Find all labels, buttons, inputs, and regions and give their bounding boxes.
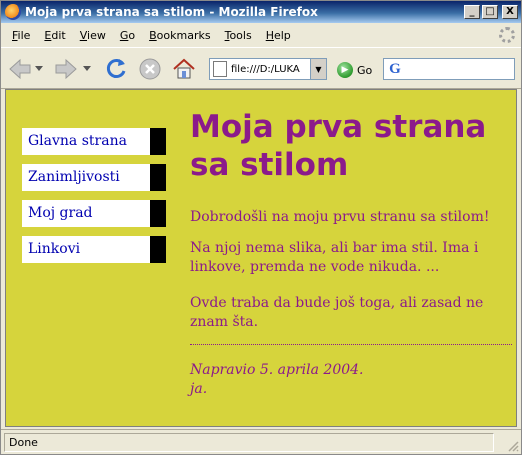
menu-file-label: ile: [17, 28, 31, 42]
forward-dropdown-icon[interactable]: [83, 66, 91, 72]
menu-bar: File Edit View Go Bookmarks Tools Help: [1, 23, 521, 47]
menu-help[interactable]: Help: [259, 29, 298, 42]
home-icon[interactable]: [171, 56, 197, 82]
minimize-button[interactable]: _: [464, 5, 480, 19]
menu-view[interactable]: View: [73, 29, 113, 42]
back-dropdown-icon[interactable]: [35, 66, 43, 72]
divider: [190, 344, 512, 345]
paragraph-welcome: Dobrodošli na moju prvu stranu sa stilom…: [190, 209, 490, 225]
menu-tools-label: ools: [229, 28, 252, 42]
navigation-toolbar: file:///D:/LUKA ▼ ▶ Go G: [1, 47, 521, 89]
maximize-button[interactable]: □: [482, 5, 498, 19]
forward-arrow-icon[interactable]: [53, 56, 79, 82]
resize-grip-icon[interactable]: [507, 440, 519, 452]
address-input[interactable]: file:///D:/LUKA: [231, 64, 310, 75]
menu-bookmarks-label: ookmarks: [156, 28, 211, 42]
site-nav: Glavna strana Zanimljivosti Moj grad Lin…: [22, 128, 166, 272]
page-heading: Moja prva strana sa stilom: [190, 109, 487, 183]
status-text: Done: [4, 432, 494, 452]
search-engine-icon[interactable]: G: [386, 60, 404, 78]
window-title: Moja prva strana sa stilom - Mozilla Fir…: [25, 5, 318, 19]
menu-view-mnemonic: V: [79, 28, 88, 42]
stop-icon[interactable]: [137, 56, 163, 82]
firefox-icon: [5, 4, 21, 20]
throbber-icon: [499, 27, 515, 43]
menu-bookmarks[interactable]: Bookmarks: [142, 29, 217, 42]
nav-link-moj-grad[interactable]: Moj grad: [22, 200, 166, 227]
nav-link-zanimljivosti[interactable]: Zanimljivosti: [22, 164, 166, 191]
signature-line-2: ja.: [190, 381, 208, 397]
menu-file[interactable]: File: [5, 29, 37, 42]
nav-link-glavna-strana[interactable]: Glavna strana: [22, 128, 166, 155]
paragraph-more: Ovde traba da bude još toga, ali zasad n…: [190, 295, 484, 330]
status-bar: Done: [1, 429, 521, 454]
menu-bookmarks-mnemonic: B: [149, 28, 157, 42]
menu-help-label: elp: [273, 28, 291, 42]
browser-window: Moja prva strana sa stilom - Mozilla Fir…: [0, 0, 522, 455]
menu-edit-label: dit: [51, 28, 66, 42]
signature: Napravio 5. aprila 2004. ja.: [190, 361, 512, 399]
reload-icon[interactable]: [103, 56, 129, 82]
address-dropdown-icon[interactable]: ▼: [310, 59, 326, 79]
menu-tools[interactable]: Tools: [218, 29, 259, 42]
title-bar[interactable]: Moja prva strana sa stilom - Mozilla Fir…: [1, 1, 521, 23]
menu-help-mnemonic: H: [265, 28, 274, 42]
back-arrow-icon[interactable]: [7, 56, 33, 82]
address-bar[interactable]: file:///D:/LUKA ▼: [209, 58, 327, 80]
page-icon: [213, 61, 227, 77]
menu-go-label: o: [128, 28, 136, 42]
nav-link-linkovi[interactable]: Linkovi: [22, 236, 166, 263]
menu-view-label: iew: [87, 28, 106, 42]
go-button-label[interactable]: Go: [357, 64, 372, 77]
page-content: Glavna strana Zanimljivosti Moj grad Lin…: [5, 89, 517, 427]
signature-line-1: Napravio 5. aprila 2004.: [190, 362, 364, 378]
window-controls: _ □ X: [464, 5, 518, 19]
menu-edit[interactable]: Edit: [37, 29, 72, 42]
close-button[interactable]: X: [502, 5, 518, 19]
paragraph-style: Na njoj nema slika, ali bar ima stil. Im…: [190, 240, 479, 275]
go-icon[interactable]: ▶: [337, 62, 353, 78]
search-box[interactable]: G: [383, 58, 515, 80]
menu-go[interactable]: Go: [113, 29, 142, 42]
